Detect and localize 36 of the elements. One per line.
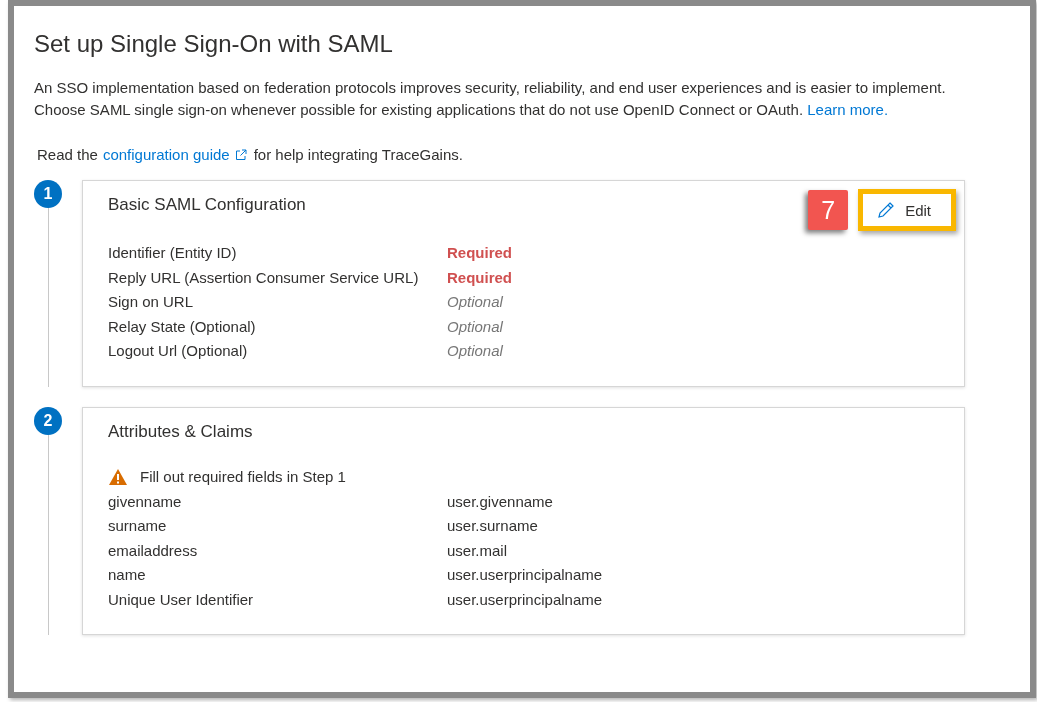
learn-more-link[interactable]: Learn more. (807, 101, 889, 118)
field-label: Identifier (Entity ID) (108, 243, 238, 263)
field-label: name (108, 565, 147, 585)
field-value: Optional (447, 341, 503, 361)
field-label: Sign on URL (108, 292, 195, 312)
field-value: user.surname (447, 516, 538, 536)
field-value: Optional (447, 316, 503, 337)
callout-badge: 7 (808, 190, 849, 230)
guide-text: for help integrating TraceGains. (253, 146, 463, 163)
warning-icon (108, 467, 128, 486)
field-label: Unique User Identifier (108, 589, 255, 610)
guide-text: Read the (37, 146, 98, 163)
field-value: Optional (447, 292, 503, 312)
configuration-guide-link[interactable]: configuration guide (102, 146, 230, 163)
page-title: Set up Single Sign-On with SAML (34, 29, 394, 59)
step-number: 1 (34, 180, 62, 208)
field-value: Required (447, 267, 512, 288)
field-label: givenname (108, 491, 183, 512)
step-number: 2 (34, 406, 62, 435)
field-label: Reply URL (Assertion Consumer Service URL) (108, 267, 420, 288)
card-title: Attributes & Claims (108, 420, 253, 443)
field-value: user.userprincipalname (447, 565, 603, 585)
pencil-icon (877, 201, 896, 219)
field-value: user.userprincipalname (447, 589, 603, 610)
field-label: surname (108, 516, 168, 536)
edit-button[interactable]: Edit (858, 189, 956, 231)
field-label: Relay State (Optional) (108, 316, 257, 337)
warning-text: Fill out required fields in Step 1 (140, 468, 346, 485)
intro-paragraph: An SSO implementation based on federation protocols improves security, reliability, and end user experiences and is easier to implement. Choose SAML single sign-on whenever possible for existing applications that do not use OpenID Connect or OAuth. Learn more. (34, 78, 947, 120)
external-link-icon (234, 148, 247, 161)
field-label: Logout Url (Optional) (108, 341, 249, 361)
field-value: user.mail (447, 540, 508, 561)
field-value: user.givenname (447, 491, 553, 512)
field-label: emailaddress (108, 540, 199, 561)
field-value: Required (447, 243, 512, 263)
card-title: Basic SAML Configuration (108, 194, 306, 216)
